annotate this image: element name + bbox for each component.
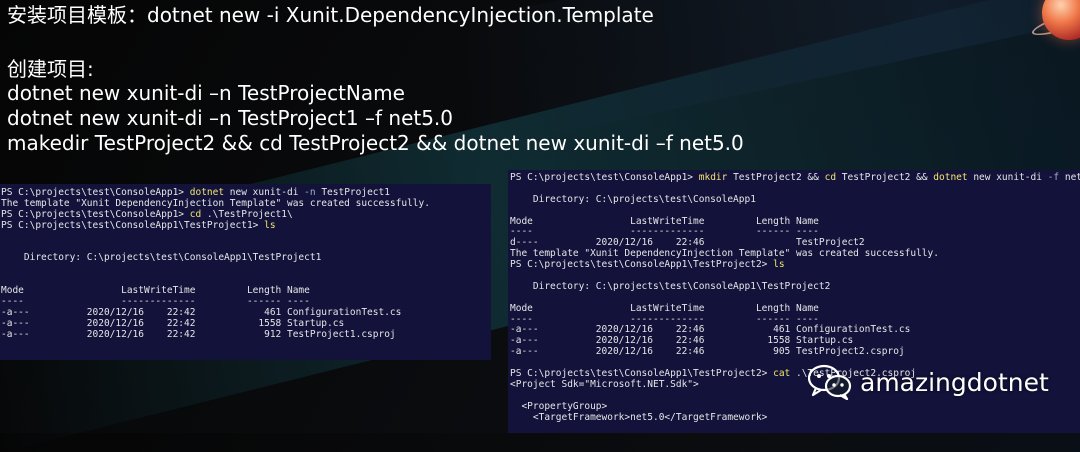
- terminal-text-segment: ---- ------------- ------ ----: [510, 226, 819, 238]
- terminal-text-segment: Directory: C:\projects\test\ConsoleApp1\…: [1, 252, 322, 264]
- terminal-line: Directory: C:\projects\test\ConsoleApp1\…: [510, 280, 1080, 293]
- terminal-text-segment: mkdir: [698, 172, 728, 183]
- terminal-line: -a--- 2020/12/16 22:46 905 TestProject2.…: [510, 346, 1080, 358]
- terminal-text-segment: cd: [824, 172, 837, 183]
- create-command-line-3: makedir TestProject2 && cd TestProject2 …: [7, 131, 744, 155]
- create-project-heading: 创建项目:: [7, 57, 94, 81]
- terminal-text-segment: -a--- 2020/12/16 22:42 461 Configuration…: [1, 306, 402, 318]
- terminal-text-segment: PS C:\projects\test\ConsoleApp1>: [510, 172, 699, 183]
- terminal-line: -a--- 2020/12/16 22:42 912 TestProject1.…: [1, 328, 491, 341]
- terminal-text-segment: <PropertyGroup>: [510, 400, 608, 412]
- terminal-text-segment: -f: [1047, 172, 1060, 183]
- terminal-text-segment: PS C:\projects\test\ConsoleApp1\TestProj…: [510, 368, 774, 380]
- watermark-text: amazingdotnet: [860, 367, 1049, 397]
- terminal-text-segment: The template "Xunit DependencyInjection …: [1, 197, 430, 209]
- terminal-text-segment: Directory: C:\projects\test\ConsoleApp1: [510, 193, 756, 205]
- create-command-line-2: dotnet new xunit-di –n TestProject1 –f n…: [7, 106, 454, 130]
- terminal-text-segment: -a--- 2020/12/16 22:42 912 TestProject1.…: [1, 328, 396, 340]
- terminal-text-segment: dotnet: [189, 187, 225, 198]
- terminal-text-segment: PS C:\projects\test\ConsoleApp1>: [1, 187, 190, 198]
- terminal-text-segment: ---- ------------- ------ ----: [510, 313, 819, 325]
- terminal-line: PS C:\projects\test\ConsoleApp1\TestProj…: [1, 219, 491, 232]
- terminal-line: PS C:\projects\test\ConsoleApp1\TestProj…: [510, 259, 1080, 271]
- terminal-text-segment: -n: [304, 187, 316, 198]
- wechat-icon: [807, 364, 852, 401]
- terminal-text-segment: PS C:\projects\test\ConsoleApp1\TestProj…: [510, 259, 774, 271]
- terminal-text-segment: TestProject2 &&: [836, 172, 934, 183]
- terminal-text-segment: PS C:\projects\test\ConsoleApp1\TestProj…: [1, 219, 265, 231]
- terminal-text-segment: net5.0: [1064, 172, 1080, 183]
- terminal-text-segment: cd: [189, 208, 202, 220]
- terminal-text-segment: new xunit-di: [224, 187, 305, 198]
- terminal-text-segment: PS C:\projects\test\ConsoleApp1>: [1, 208, 190, 220]
- terminal-text-segment: dotnet: [933, 172, 968, 183]
- terminal-text-segment: Mode LastWriteTime Length Name: [510, 215, 819, 227]
- install-command-line: 安装项目模板：dotnet new -i Xunit.DependencyInj…: [7, 3, 654, 27]
- terminal-text-segment: <TargetFramework>net5.0</TargetFramework…: [510, 411, 768, 423]
- terminal-text-segment: ls: [773, 259, 785, 271]
- terminal-text-segment: TestProject2 &&: [727, 172, 825, 183]
- terminal-text-segment: d---- 2020/12/16 22:46 TestProject2: [510, 237, 865, 249]
- terminal-text-segment: Mode LastWriteTime Length Name: [510, 302, 819, 314]
- terminal-text-segment: -a--- 2020/12/16 22:46 1558 Startup.cs: [510, 335, 854, 347]
- terminal-text-segment: <Project Sdk="Microsoft.NET.Sdk">: [510, 378, 699, 390]
- create-command-line-1: dotnet new xunit-di –n TestProjectName: [7, 81, 405, 105]
- terminal-line: Directory: C:\projects\test\ConsoleApp1\…: [1, 252, 491, 264]
- terminal-line: PS C:\projects\test\ConsoleApp1> mkdir T…: [510, 172, 1080, 184]
- terminal-text-segment: -a--- 2020/12/16 22:46 905 TestProject2.…: [510, 346, 905, 358]
- terminal-window-left[interactable]: PS C:\projects\test\ConsoleApp1> dotnet …: [0, 184, 491, 360]
- terminal-text-segment: ls: [264, 219, 276, 231]
- terminal-text-segment: .\TestProject1\: [201, 208, 293, 220]
- terminal-text-segment: -a--- 2020/12/16 22:46 461 Configuration…: [510, 324, 911, 336]
- terminal-text-segment: ---- ------------- ------ ----: [1, 295, 310, 307]
- terminal-line: <TargetFramework>net5.0</TargetFramework…: [510, 411, 1080, 424]
- terminal-text-segment: -a--- 2020/12/16 22:42 1558 Startup.cs: [1, 317, 345, 329]
- terminal-text-segment: TestProject1: [315, 187, 390, 198]
- terminal-text-segment: Mode LastWriteTime Length Name: [1, 285, 310, 297]
- terminal-text-segment: The template "Xunit DependencyInjection …: [510, 248, 939, 260]
- terminal-text-segment: Directory: C:\projects\test\ConsoleApp1\…: [510, 280, 831, 292]
- watermark: amazingdotnet: [807, 364, 1049, 401]
- terminal-text-segment: new xunit-di: [967, 172, 1048, 183]
- terminal-line: Directory: C:\projects\test\ConsoleApp1: [510, 193, 1080, 206]
- terminal-text-segment: cat: [773, 368, 791, 380]
